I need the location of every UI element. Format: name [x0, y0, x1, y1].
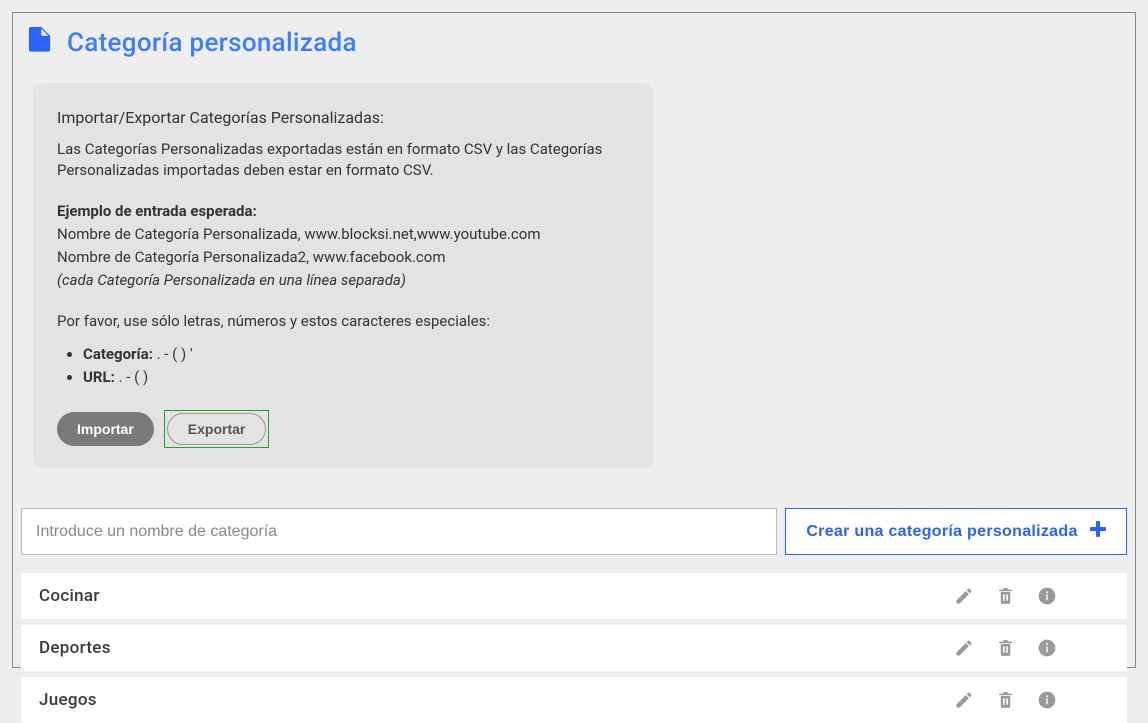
- category-list: Cocinar Deportes: [21, 573, 1127, 723]
- category-item: Deportes: [21, 625, 1127, 671]
- example-each-line: (cada Categoría Personalizada en una lín…: [57, 270, 629, 291]
- import-export-info-box: Importar/Exportar Categorías Personaliza…: [33, 83, 653, 468]
- info-icon[interactable]: [1037, 638, 1057, 658]
- category-label: Categoría:: [83, 345, 153, 363]
- category-item: Juegos: [21, 677, 1127, 723]
- trash-icon[interactable]: [996, 690, 1015, 710]
- allowed-chars-list: Categoría: . - ( ) ' URL: . - ( ): [57, 344, 629, 388]
- info-icon[interactable]: [1037, 586, 1057, 606]
- page-title: Categoría personalizada: [67, 28, 357, 58]
- info-icon[interactable]: [1037, 690, 1057, 710]
- trash-icon[interactable]: [996, 638, 1015, 658]
- page-header: Categoría personalizada: [21, 27, 1127, 59]
- trash-icon[interactable]: [996, 586, 1015, 606]
- category-actions: [954, 690, 1109, 710]
- edit-icon[interactable]: [954, 638, 974, 658]
- chars-note: Por favor, use sólo letras, números y es…: [57, 311, 629, 332]
- example-title: Ejemplo de entrada esperada:: [57, 201, 629, 222]
- category-item: Cocinar: [21, 573, 1127, 619]
- info-title: Importar/Exportar Categorías Personaliza…: [57, 107, 629, 129]
- create-category-row: Crear una categoría personalizada: [21, 508, 1127, 555]
- info-description: Las Categorías Personalizadas exportadas…: [57, 139, 629, 181]
- export-button[interactable]: Exportar: [167, 413, 267, 445]
- page-container: Categoría personalizada Importar/Exporta…: [12, 12, 1136, 668]
- import-button[interactable]: Importar: [57, 412, 154, 446]
- create-category-button[interactable]: Crear una categoría personalizada: [785, 508, 1127, 555]
- category-actions: [954, 638, 1109, 658]
- category-name: Cocinar: [39, 586, 100, 606]
- category-name: Deportes: [39, 638, 111, 658]
- document-icon: [29, 27, 53, 59]
- category-name-input[interactable]: [21, 508, 777, 555]
- edit-icon[interactable]: [954, 690, 974, 710]
- export-button-highlight: Exportar: [164, 410, 270, 448]
- edit-icon[interactable]: [954, 586, 974, 606]
- url-chars: . - ( ): [115, 368, 148, 386]
- category-chars: . - ( ) ': [153, 345, 193, 363]
- category-name: Juegos: [39, 690, 97, 710]
- example-line-2: Nombre de Categoría Personalizada2, www.…: [57, 247, 629, 268]
- category-actions: [954, 586, 1109, 606]
- url-label: URL:: [83, 368, 115, 386]
- example-line-1: Nombre de Categoría Personalizada, www.b…: [57, 224, 629, 245]
- category-chars-item: Categoría: . - ( ) ': [83, 344, 629, 365]
- plus-icon: [1090, 521, 1106, 542]
- create-button-label: Crear una categoría personalizada: [806, 523, 1077, 541]
- import-export-button-row: Importar Exportar: [57, 410, 629, 448]
- url-chars-item: URL: . - ( ): [83, 367, 629, 388]
